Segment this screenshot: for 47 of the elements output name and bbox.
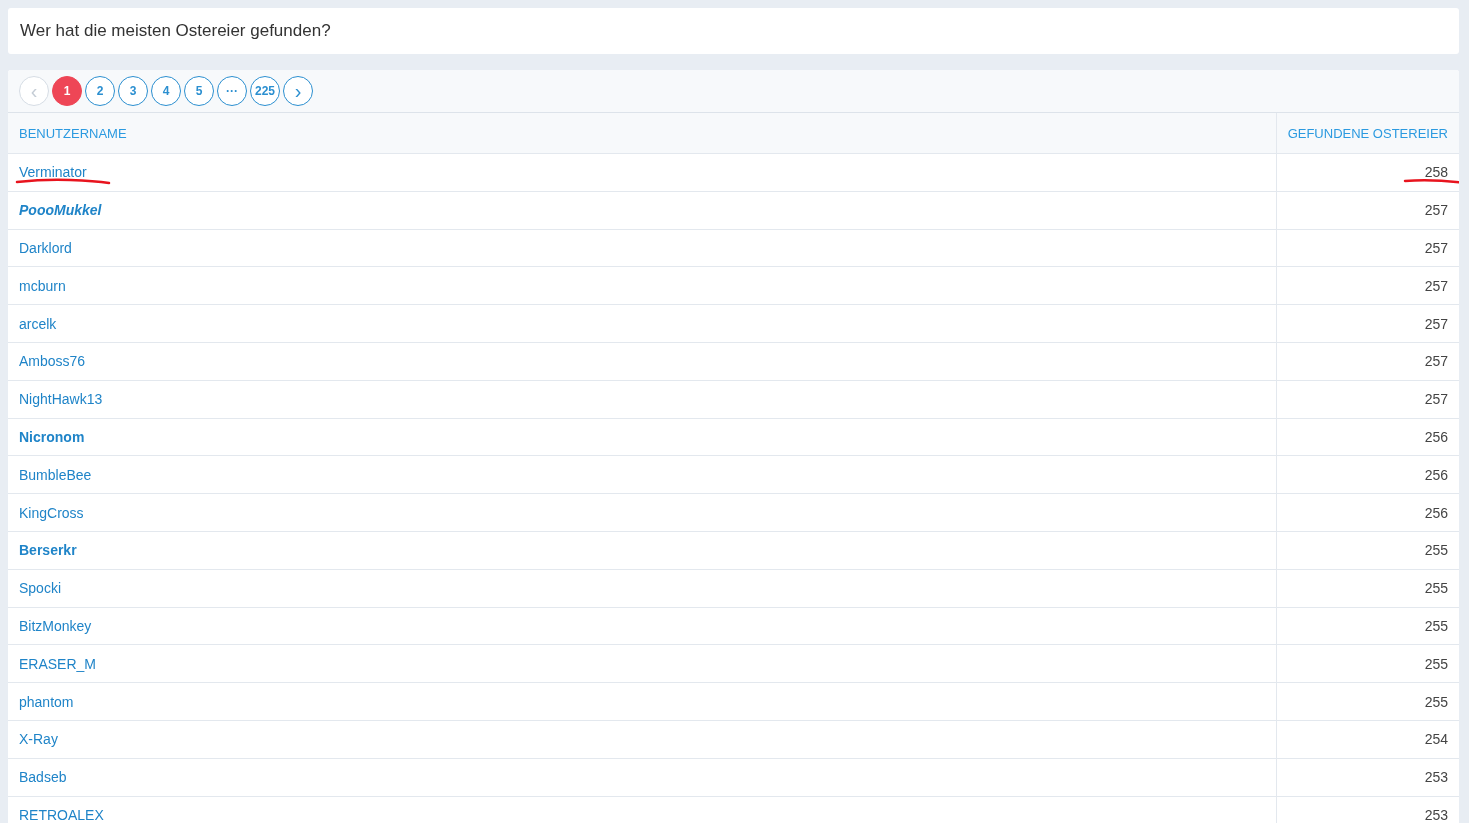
egg-count: 258 <box>1424 164 1448 181</box>
egg-count: 255 <box>1424 542 1448 559</box>
username-link[interactable]: NightHawk13 <box>19 391 103 408</box>
egg-count: 257 <box>1424 391 1448 408</box>
egg-count: 257 <box>1424 240 1448 256</box>
username-link[interactable]: mcburn <box>19 277 66 294</box>
username-link[interactable]: arcelk <box>19 315 57 332</box>
egg-count: 255 <box>1424 580 1448 597</box>
egg-count: 257 <box>1424 202 1448 219</box>
username-link[interactable]: Berserkr <box>19 542 77 559</box>
username-link[interactable]: BumbleBee <box>19 466 92 483</box>
egg-count: 253 <box>1424 806 1448 823</box>
page-button[interactable]: 4 <box>151 76 181 106</box>
page-title: Wer hat die meisten Ostereier gefunden? <box>20 21 332 41</box>
egg-count: 255 <box>1424 655 1448 672</box>
username-link[interactable]: Darklord <box>19 240 72 256</box>
username-link[interactable]: RETROALEX <box>19 806 104 823</box>
username-link[interactable]: Nicronom <box>19 428 85 445</box>
page-button[interactable]: 2 <box>85 76 115 106</box>
next-page-button[interactable]: › <box>283 76 313 106</box>
username-link[interactable]: PoooMukkel <box>19 202 102 219</box>
username-link[interactable]: X-Ray <box>19 731 58 748</box>
column-header: BENUTZERNAME <box>8 113 1277 154</box>
username-link[interactable]: Badseb <box>19 769 67 786</box>
egg-count: 254 <box>1424 731 1448 748</box>
egg-count: 257 <box>1424 353 1448 370</box>
page-button[interactable]: ··· <box>217 76 247 106</box>
egg-count: 255 <box>1424 617 1448 634</box>
username-link[interactable]: Verminator <box>19 164 87 181</box>
egg-count: 257 <box>1424 277 1448 294</box>
page-button[interactable]: 225 <box>250 76 280 106</box>
username-link[interactable]: phantom <box>19 693 74 710</box>
username-link[interactable]: ERASER_M <box>19 655 97 672</box>
current-page-button[interactable]: 1 <box>52 76 82 106</box>
username-link[interactable]: Spocki <box>19 580 62 597</box>
page-button[interactable]: 5 <box>184 76 214 106</box>
username-link[interactable]: KingCross <box>19 504 84 521</box>
egg-count: 256 <box>1424 428 1448 445</box>
egg-count: 257 <box>1424 315 1448 332</box>
egg-count: 256 <box>1424 466 1448 483</box>
egg-count: 255 <box>1424 693 1448 710</box>
egg-count: 256 <box>1424 504 1448 521</box>
username-link[interactable]: Amboss76 <box>19 353 86 370</box>
egg-count: 253 <box>1424 769 1448 786</box>
username-link[interactable]: BitzMonkey <box>19 617 92 634</box>
page-button[interactable]: 3 <box>118 76 148 106</box>
column-header: GEFUNDENE OSTEREIER <box>1276 113 1459 154</box>
